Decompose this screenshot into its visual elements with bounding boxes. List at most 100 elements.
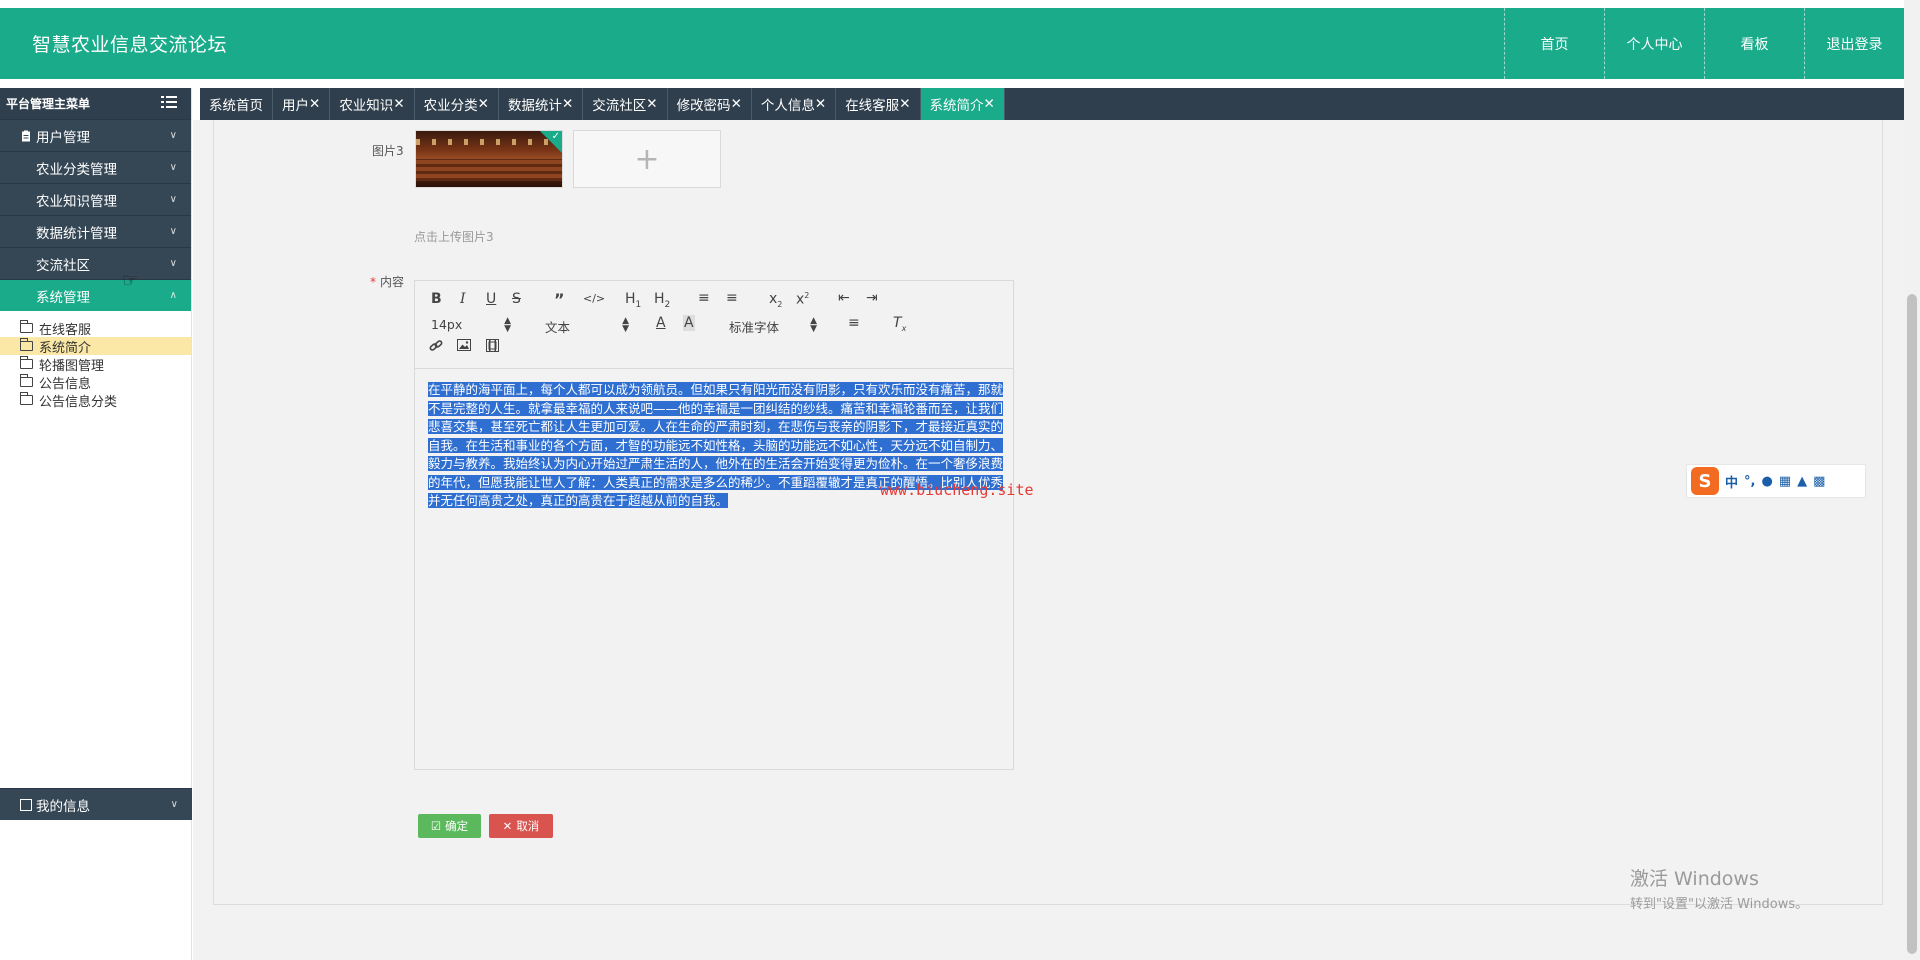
nav-logout[interactable]: 退出登录 [1804, 8, 1904, 79]
sidebar-item-system-management[interactable]: 系统管理 ∧ [0, 279, 191, 311]
skin-icon[interactable]: ▲ [1797, 474, 1807, 489]
required-mark: * [370, 275, 376, 289]
submenu-list: 在线客服 系统简介 轮播图管理 公告信息 公告信息分类 [0, 311, 191, 410]
tab-bar: 系统首页 用户 ✕ 农业知识 ✕ 农业分类 ✕ 数据统计 ✕ 交流社区 ✕ 修改密码 ✕ 个… [200, 88, 1904, 120]
document-icon [20, 798, 32, 811]
tab-system-intro[interactable]: 系统简介 ✕ [920, 88, 1005, 120]
ime-language[interactable]: 中 [1725, 472, 1738, 491]
italic-icon[interactable]: I [460, 291, 466, 307]
uploaded-image-thumbnail[interactable]: ✓ [415, 130, 563, 188]
code-block-icon[interactable]: </> [583, 292, 605, 305]
sidebar-item-data-statistics[interactable]: 数据统计管理 ∨ [0, 215, 191, 247]
subscript-icon[interactable]: x2 [769, 291, 782, 309]
tab-label: 农业分类 [423, 98, 478, 114]
heading1-icon[interactable]: H1 [625, 291, 641, 310]
sidebar-item-agri-category[interactable]: 农业分类管理 ∨ [0, 151, 191, 183]
cancel-label: 取消 [516, 819, 540, 833]
submenu-item-system-intro[interactable]: 系统简介 [0, 337, 191, 356]
close-icon[interactable]: ✕ [899, 96, 910, 112]
close-icon[interactable]: ✕ [815, 96, 826, 112]
tab-community[interactable]: 交流社区 ✕ [583, 88, 668, 120]
block-type-select[interactable]: 文本 ▲ ▼ [545, 317, 629, 336]
image-icon[interactable] [457, 339, 471, 355]
video-icon[interactable] [486, 339, 499, 356]
tab-system-home[interactable]: 系统首页 [200, 88, 273, 120]
tab-agri-knowledge[interactable]: 农业知识 ✕ [330, 88, 415, 120]
folder-icon [20, 392, 33, 405]
close-icon[interactable]: ✕ [646, 96, 657, 112]
sidebar-item-agri-knowledge[interactable]: 农业知识管理 ∨ [0, 183, 191, 215]
toolbox-icon[interactable]: ▩ [1813, 474, 1825, 489]
sidebar-title: 平台管理主菜单 [6, 97, 91, 111]
submenu-item-online-service[interactable]: 在线客服 [0, 319, 191, 338]
tab-label: 在线客服 [845, 98, 900, 114]
submenu-item-notice-category[interactable]: 公告信息分类 [0, 391, 191, 410]
sidebar-item-label: 交流社区 [36, 257, 90, 274]
close-icon[interactable]: ✕ [562, 96, 573, 112]
indent-icon[interactable]: ⇥ [866, 290, 878, 306]
check-icon: ✓ [551, 131, 560, 142]
heading2-icon[interactable]: H2 [654, 291, 670, 310]
upload-hint: 点击上传图片3 [414, 230, 494, 244]
confirm-button[interactable]: ☑ 确定 [418, 814, 481, 838]
ordered-list-icon[interactable]: ≡ [698, 290, 710, 306]
bold-icon[interactable]: B [431, 291, 442, 307]
strikethrough-icon[interactable]: S [512, 291, 521, 307]
background-color-icon[interactable]: A [683, 315, 695, 331]
sidebar-item-my-info[interactable]: 我的信息 ∨ [0, 788, 192, 820]
tab-personal-info[interactable]: 个人信息 ✕ [752, 88, 837, 120]
submenu-label: 公告信息 [39, 376, 92, 392]
content-field-label: * 内容 [370, 273, 404, 290]
punctuation-icon[interactable]: °, [1744, 474, 1755, 489]
vertical-scrollbar[interactable] [1904, 0, 1920, 960]
keyboard-icon[interactable]: ▦ [1779, 474, 1791, 489]
nav-home[interactable]: 首页 [1504, 8, 1604, 79]
sidebar-item-community[interactable]: 交流社区 ∨ [0, 247, 191, 279]
superscript-icon[interactable]: x2 [796, 291, 809, 308]
underline-icon[interactable]: U [486, 291, 496, 307]
tab-online-service[interactable]: 在线客服 ✕ [836, 88, 921, 120]
menu-toggle-icon[interactable] [161, 96, 177, 111]
sidebar-item-label: 用户管理 [36, 129, 90, 146]
font-family-select[interactable]: 标准字体 ▲ ▼ [729, 317, 817, 336]
tab-change-password[interactable]: 修改密码 ✕ [668, 88, 752, 120]
close-icon[interactable]: ✕ [309, 96, 320, 112]
microphone-icon[interactable]: ● [1761, 474, 1772, 489]
nav-personal-center[interactable]: 个人中心 [1604, 8, 1704, 79]
nav-dashboard[interactable]: 看板 [1704, 8, 1804, 79]
blockquote-icon[interactable]: ” [554, 290, 565, 309]
close-icon[interactable]: ✕ [478, 96, 489, 112]
clear-format-icon[interactable]: Tx [893, 315, 906, 333]
font-color-icon[interactable]: A [656, 315, 666, 331]
image-field-label: 图片3 [372, 144, 404, 158]
tab-agri-category[interactable]: 农业分类 ✕ [415, 88, 499, 120]
link-icon[interactable] [429, 339, 443, 357]
close-icon[interactable]: ✕ [984, 96, 995, 112]
submenu-item-carousel[interactable]: 轮播图管理 [0, 355, 191, 374]
activation-subtitle: 转到"设置"以激活 Windows。 [1630, 897, 1809, 912]
grid-icon [20, 290, 32, 302]
grid-icon [20, 258, 32, 270]
submenu-item-notice[interactable]: 公告信息 [0, 373, 191, 392]
cancel-button[interactable]: ✕ 取消 [489, 814, 553, 838]
tab-data-statistics[interactable]: 数据统计 ✕ [499, 88, 584, 120]
chevron-down-icon: ∨ [169, 162, 177, 173]
font-size-select[interactable]: 14px ▲ ▼ [431, 317, 511, 334]
grid-icon [20, 162, 32, 174]
close-icon[interactable]: ✕ [731, 96, 742, 112]
ime-toolbar[interactable]: S 中 °, ● ▦ ▲ ▩ [1686, 464, 1866, 498]
font-family-value: 标准字体 [729, 320, 780, 335]
chevron-down-icon: ∨ [169, 258, 177, 269]
align-icon[interactable]: ≡ [848, 315, 860, 331]
submenu-label: 公告信息分类 [39, 394, 118, 410]
tab-label: 用户 [282, 98, 309, 114]
tab-user[interactable]: 用户 ✕ [273, 88, 331, 120]
bullet-list-icon[interactable]: ≡ [726, 290, 738, 306]
image-upload-button[interactable]: + [573, 130, 721, 188]
outdent-icon[interactable]: ⇤ [838, 290, 850, 306]
clipboard-icon [20, 130, 32, 142]
close-icon[interactable]: ✕ [393, 96, 404, 112]
sidebar-item-user-management[interactable]: 用户管理 ∨ [0, 119, 191, 151]
scrollbar-thumb[interactable] [1907, 294, 1917, 954]
sidebar-item-label: 我的信息 [36, 798, 90, 815]
